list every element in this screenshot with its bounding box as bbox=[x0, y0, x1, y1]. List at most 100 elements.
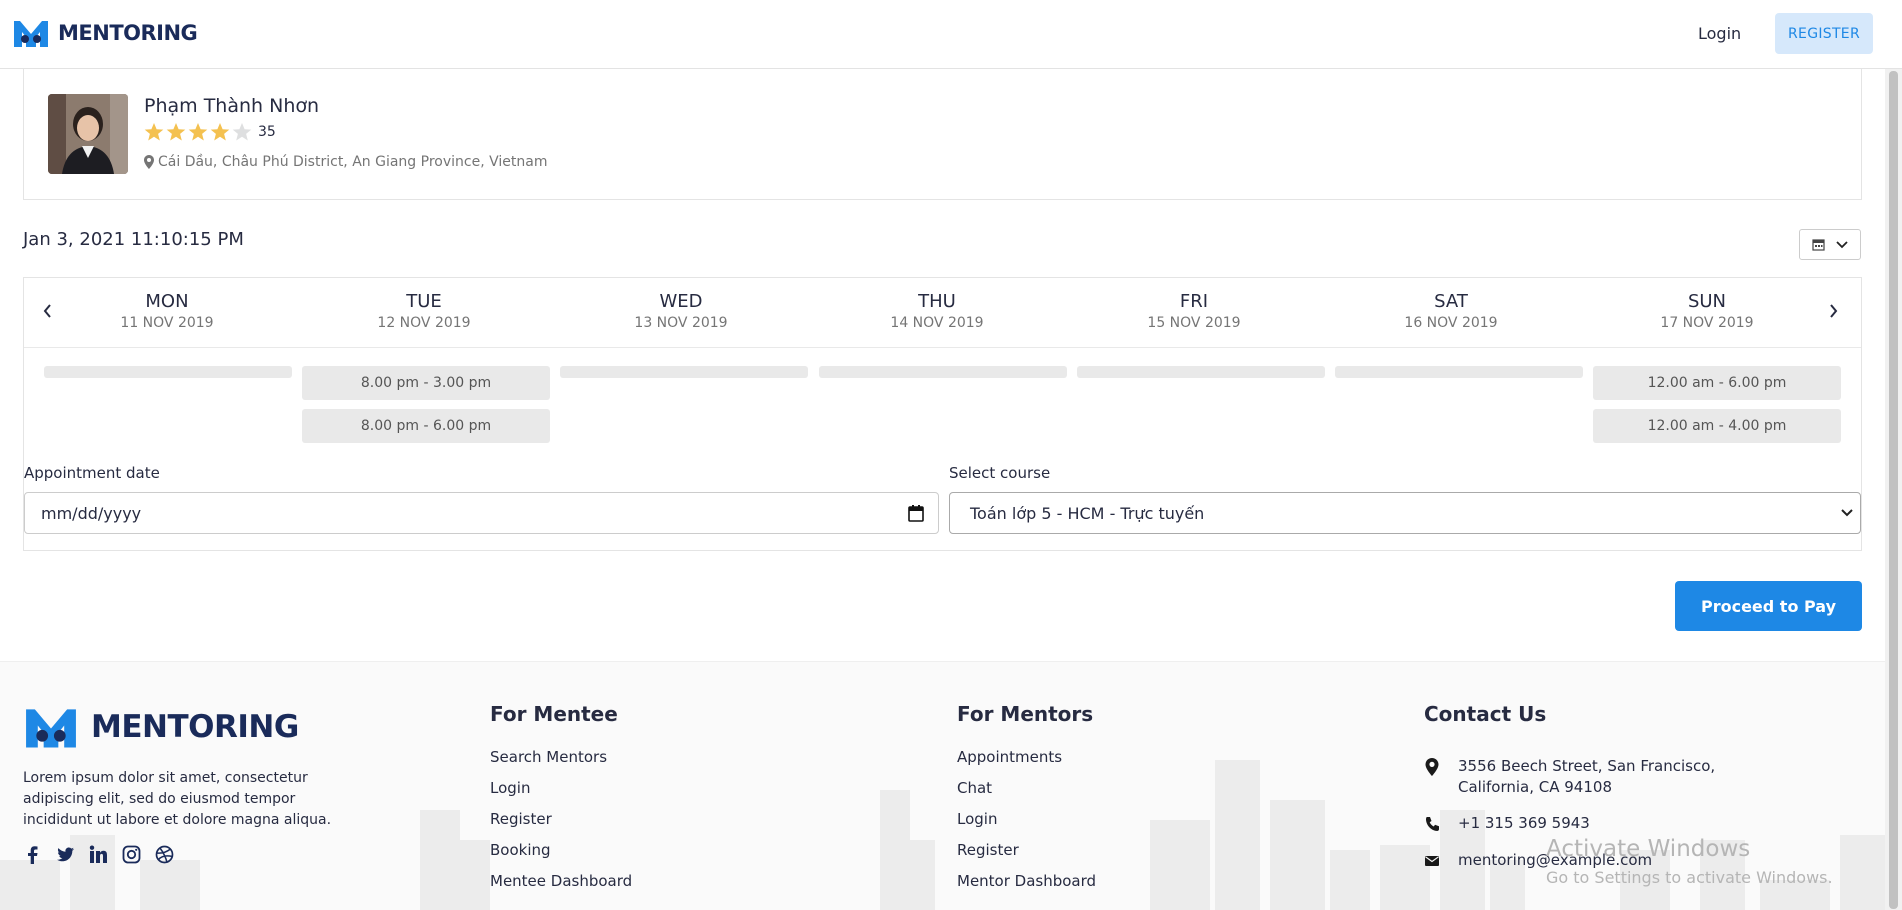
footer-brand-logo[interactable]: MENTORING bbox=[23, 705, 299, 749]
linkedin-icon[interactable] bbox=[89, 845, 108, 864]
schedule-widget: MON 11 NOV 2019 TUE 12 NOV 2019 WED 13 N… bbox=[23, 277, 1862, 551]
course-selected-value: Toán lớp 5 - HCM - Trực tuyến bbox=[970, 503, 1205, 523]
page-scrollbar[interactable] bbox=[1885, 69, 1902, 910]
social-links bbox=[23, 845, 174, 864]
time-slot[interactable]: 12.00 am - 6.00 pm bbox=[1593, 366, 1841, 400]
footer-brand-name: MENTORING bbox=[91, 709, 299, 745]
day-name: WED bbox=[659, 291, 703, 312]
star-empty-icon bbox=[232, 123, 252, 141]
footer-link-search-mentors[interactable]: Search Mentors bbox=[490, 748, 632, 779]
contact-address: 3556 Beech Street, San Francisco, Califo… bbox=[1424, 756, 1754, 798]
facebook-icon[interactable] bbox=[23, 845, 42, 864]
day-date: 13 NOV 2019 bbox=[634, 315, 728, 331]
location-text: Cái Dầu, Châu Phú District, An Giang Pro… bbox=[158, 154, 548, 170]
mentor-name[interactable]: Phạm Thành Nhơn bbox=[144, 95, 319, 117]
avatar-photo bbox=[48, 94, 128, 174]
slot-placeholder bbox=[1077, 366, 1325, 378]
select-course-label: Select course bbox=[949, 464, 1051, 482]
day-date: 14 NOV 2019 bbox=[890, 315, 984, 331]
footer-link-booking[interactable]: Booking bbox=[490, 841, 632, 872]
slot-placeholder bbox=[819, 366, 1067, 378]
star-icon bbox=[210, 123, 230, 141]
footer-link-appointments[interactable]: Appointments bbox=[957, 748, 1096, 779]
day-header-sun: SUN 17 NOV 2019 bbox=[1617, 291, 1797, 331]
day-date: 17 NOV 2019 bbox=[1660, 315, 1754, 331]
footer-link-register[interactable]: Register bbox=[957, 841, 1096, 872]
time-slot[interactable]: 12.00 am - 4.00 pm bbox=[1593, 409, 1841, 443]
footer-link-login[interactable]: Login bbox=[490, 779, 632, 810]
windows-activation-watermark: Activate Windows Go to Settings to activ… bbox=[1546, 836, 1833, 887]
mentor-rating: 35 bbox=[144, 122, 276, 142]
mentor-location: Cái Dầu, Châu Phú District, An Giang Pro… bbox=[144, 154, 547, 170]
day-header-mon: MON 11 NOV 2019 bbox=[77, 291, 257, 331]
contact-phone: +1 315 369 5943 bbox=[1424, 813, 1590, 834]
day-header-sat: SAT 16 NOV 2019 bbox=[1361, 291, 1541, 331]
appointment-date-input[interactable]: mm/dd/yyyy bbox=[24, 492, 939, 534]
day-name: FRI bbox=[1179, 291, 1209, 312]
footer-link-register[interactable]: Register bbox=[490, 810, 632, 841]
top-navbar: MENTORING Login REGISTER bbox=[0, 0, 1902, 69]
brand-name: MENTORING bbox=[58, 21, 198, 45]
dribbble-icon[interactable] bbox=[155, 845, 174, 864]
time-slot[interactable]: 8.00 pm - 3.00 pm bbox=[302, 366, 550, 400]
star-icon bbox=[144, 123, 164, 141]
logo-icon bbox=[14, 21, 48, 47]
chevron-down-icon bbox=[1836, 240, 1848, 248]
date-placeholder: mm/dd/yyyy bbox=[41, 503, 142, 523]
twitter-icon[interactable] bbox=[56, 845, 75, 864]
watermark-subtitle: Go to Settings to activate Windows. bbox=[1546, 868, 1833, 887]
day-name: SUN bbox=[1687, 291, 1727, 312]
day-name: SAT bbox=[1434, 291, 1468, 312]
chevron-right-icon bbox=[1830, 304, 1838, 318]
footer-link-mentor-dashboard[interactable]: Mentor Dashboard bbox=[957, 872, 1096, 903]
slot-placeholder bbox=[1335, 366, 1583, 378]
footer-about-text: Lorem ipsum dolor sit amet, consectetur … bbox=[23, 770, 332, 828]
star-icon bbox=[166, 123, 186, 141]
day-date: 11 NOV 2019 bbox=[120, 315, 214, 331]
mentor-avatar[interactable] bbox=[48, 94, 128, 174]
current-datetime: Jan 3, 2021 11:10:15 PM bbox=[23, 229, 244, 250]
mentor-card: Phạm Thành Nhơn 35 Cái Dầu, Châu Phú Dis… bbox=[23, 69, 1862, 200]
footer-link-mentee-dashboard[interactable]: Mentee Dashboard bbox=[490, 872, 632, 903]
calendar-icon bbox=[1812, 239, 1825, 251]
footer-mentee-column: For Mentee Search Mentors Login Register… bbox=[490, 702, 632, 903]
map-marker-icon bbox=[1425, 758, 1439, 776]
footer-mentors-title: For Mentors bbox=[957, 702, 1094, 726]
calendar-icon[interactable] bbox=[908, 504, 924, 522]
contact-phone-text[interactable]: +1 315 369 5943 bbox=[1458, 813, 1590, 834]
chevron-left-icon bbox=[43, 304, 51, 318]
footer-contact-column: Contact Us bbox=[1424, 702, 1546, 748]
envelope-icon bbox=[1425, 856, 1439, 866]
day-header-fri: FRI 15 NOV 2019 bbox=[1104, 291, 1284, 331]
prev-week-button[interactable] bbox=[42, 300, 62, 322]
login-link[interactable]: Login bbox=[1698, 24, 1741, 43]
brand-logo[interactable]: MENTORING bbox=[12, 18, 198, 48]
time-slot[interactable]: 8.00 pm - 6.00 pm bbox=[302, 409, 550, 443]
day-date: 16 NOV 2019 bbox=[1404, 315, 1498, 331]
next-week-button[interactable] bbox=[1829, 300, 1849, 322]
review-count: 35 bbox=[258, 124, 276, 140]
appointment-date-label: Appointment date bbox=[24, 464, 160, 482]
day-name: THU bbox=[918, 291, 956, 312]
instagram-icon[interactable] bbox=[122, 845, 141, 864]
proceed-to-pay-button[interactable]: Proceed to Pay bbox=[1675, 581, 1862, 631]
footer-contact-title: Contact Us bbox=[1424, 702, 1547, 726]
day-name: MON bbox=[145, 291, 189, 312]
day-header-thu: THU 14 NOV 2019 bbox=[847, 291, 1027, 331]
footer-mentee-title: For Mentee bbox=[490, 702, 618, 726]
slot-placeholder bbox=[560, 366, 808, 378]
register-button[interactable]: REGISTER bbox=[1775, 13, 1873, 54]
day-date: 15 NOV 2019 bbox=[1147, 315, 1241, 331]
day-date: 12 NOV 2019 bbox=[377, 315, 471, 331]
slot-placeholder bbox=[44, 366, 292, 378]
date-range-picker[interactable] bbox=[1799, 229, 1861, 260]
chevron-down-icon bbox=[1841, 509, 1853, 517]
footer-link-chat[interactable]: Chat bbox=[957, 779, 1096, 810]
course-select[interactable]: Toán lớp 5 - HCM - Trực tuyến bbox=[949, 492, 1861, 534]
phone-icon bbox=[1426, 817, 1439, 831]
footer-mentors-column: For Mentors Appointments Chat Login Regi… bbox=[957, 702, 1096, 903]
footer-link-login[interactable]: Login bbox=[957, 810, 1096, 841]
scrollbar-thumb[interactable] bbox=[1889, 71, 1898, 909]
day-name: TUE bbox=[406, 291, 442, 312]
star-icon bbox=[188, 123, 208, 141]
